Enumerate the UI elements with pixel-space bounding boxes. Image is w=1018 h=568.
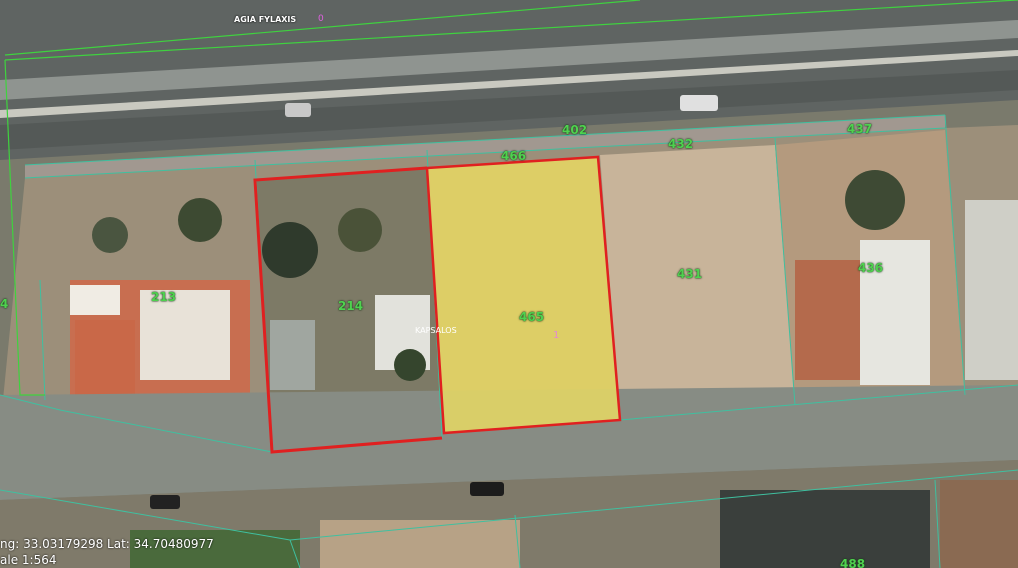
- parcel-label-488[interactable]: 488: [840, 557, 865, 568]
- scale-text: ale 1:564: [0, 553, 57, 567]
- map-view[interactable]: AGIA FYLAXIS 0 402 466 432 437 213 214 4…: [0, 0, 1018, 568]
- parcel-label-402[interactable]: 402: [562, 123, 587, 137]
- parcel-label-214[interactable]: 214: [338, 299, 363, 313]
- satellite-imagery: [0, 0, 1018, 568]
- parcel-label-431[interactable]: 431: [677, 267, 702, 281]
- coordinate-readout: ng: 33.03179298 Lat: 34.70480977 ale 1:5…: [0, 536, 300, 568]
- lng-lat-text: ng: 33.03179298 Lat: 34.70480977: [0, 537, 214, 551]
- highlighted-parcel: [425, 155, 622, 435]
- street-label: KAPSALOS: [415, 326, 457, 335]
- parcel-label-213[interactable]: 213: [151, 290, 176, 304]
- parcel-label-4[interactable]: 4: [0, 297, 8, 311]
- parcel-label-437[interactable]: 437: [847, 122, 872, 136]
- parcel-label-465[interactable]: 465: [519, 310, 544, 324]
- parcel-label-466[interactable]: 466: [501, 149, 526, 163]
- road-label: AGIA FYLAXIS: [234, 15, 297, 24]
- parcel-label-436[interactable]: 436: [858, 261, 883, 275]
- parcel-label-432[interactable]: 432: [668, 137, 693, 151]
- sheet-number: 1: [553, 330, 560, 341]
- road-number: 0: [318, 14, 324, 24]
